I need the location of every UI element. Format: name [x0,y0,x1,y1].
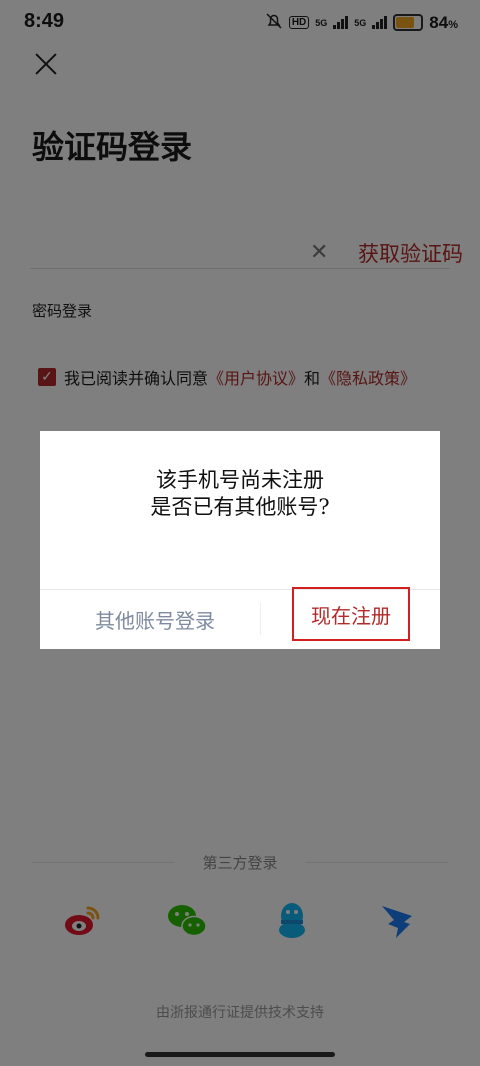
register-now-button[interactable]: 现在注册 [292,587,410,641]
dialog-message: 该手机号尚未注册 是否已有其他账号? [40,467,440,521]
dialog-button-divider [260,603,261,635]
dialog-line-1: 该手机号尚未注册 [156,468,324,492]
dialog-line-2: 是否已有其他账号? [150,495,330,519]
unregistered-dialog: 该手机号尚未注册 是否已有其他账号? 其他账号登录 现在注册 [40,431,440,649]
other-account-login-button[interactable]: 其他账号登录 [60,605,250,634]
